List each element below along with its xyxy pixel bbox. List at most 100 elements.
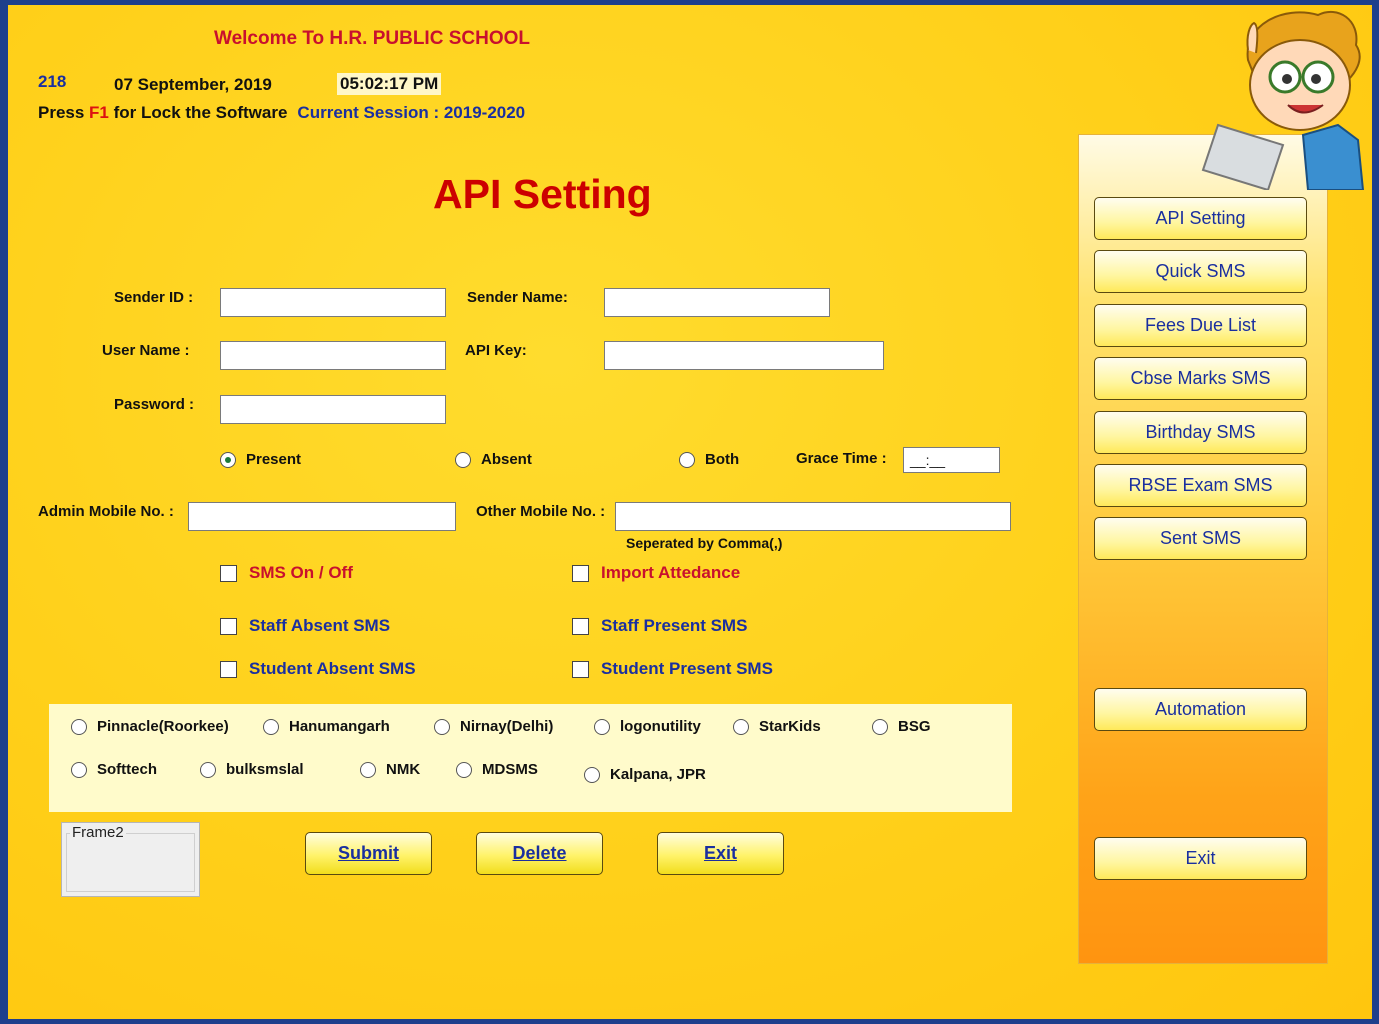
provider-label: Pinnacle(Roorkee): [97, 718, 229, 735]
sidebar-item-fees-due-list[interactable]: Fees Due List: [1094, 304, 1307, 347]
provider-radio[interactable]: bulksmslal: [200, 761, 304, 778]
provider-radio[interactable]: BSG: [872, 718, 931, 735]
sidebar-item-api-setting[interactable]: API Setting: [1094, 197, 1307, 240]
provider-label: BSG: [898, 718, 931, 735]
staff-present-checkbox[interactable]: Staff Present SMS: [572, 616, 747, 636]
staff-absent-label: Staff Absent SMS: [249, 616, 391, 635]
record-number: 218: [38, 72, 67, 91]
checkbox-icon: [572, 564, 589, 582]
sidebar-item-birthday-sms[interactable]: Birthday SMS: [1094, 411, 1307, 454]
provider-radio[interactable]: StarKids: [733, 718, 821, 735]
radio-selected-icon: [220, 451, 236, 468]
exit-button[interactable]: Exit: [657, 832, 784, 875]
user-name-label: User Name :: [102, 342, 190, 359]
sidebar-item-cbse-marks-sms[interactable]: Cbse Marks SMS: [1094, 357, 1307, 400]
checkbox-icon: [220, 660, 237, 678]
api-key-input[interactable]: [604, 341, 884, 370]
student-present-checkbox[interactable]: Student Present SMS: [572, 659, 773, 679]
provider-label: bulksmslal: [226, 761, 304, 778]
sidebar-exit-button[interactable]: Exit: [1094, 837, 1307, 880]
sender-name-input[interactable]: [604, 288, 830, 317]
present-radio[interactable]: Present: [220, 451, 301, 468]
frame2-groupbox: Frame2: [61, 822, 200, 897]
sms-on-off-label: SMS On / Off: [249, 563, 353, 582]
sidebar-item-quick-sms[interactable]: Quick SMS: [1094, 250, 1307, 293]
delete-button[interactable]: Delete: [476, 832, 603, 875]
provider-radio[interactable]: Hanumangarh: [263, 718, 390, 735]
admin-mobile-label: Admin Mobile No. :: [38, 503, 174, 520]
radio-icon: [71, 761, 87, 778]
lock-hint-suffix: for Lock the Software: [108, 103, 288, 122]
checkbox-icon: [220, 564, 237, 582]
checkbox-icon: [572, 660, 589, 678]
provider-radio[interactable]: MDSMS: [456, 761, 538, 778]
provider-label: Softtech: [97, 761, 157, 778]
submit-button[interactable]: Submit: [305, 832, 432, 875]
provider-label: Hanumangarh: [289, 718, 390, 735]
provider-radio[interactable]: Pinnacle(Roorkee): [71, 718, 229, 735]
sms-on-off-checkbox[interactable]: SMS On / Off: [220, 563, 353, 583]
sidebar-item-rbse-exam-sms[interactable]: RBSE Exam SMS: [1094, 464, 1307, 507]
provider-radio[interactable]: Softtech: [71, 761, 157, 778]
radio-icon: [733, 718, 749, 735]
page-title: API Setting: [433, 171, 652, 217]
student-absent-label: Student Absent SMS: [249, 659, 416, 678]
student-absent-checkbox[interactable]: Student Absent SMS: [220, 659, 416, 679]
checkbox-icon: [220, 617, 237, 635]
sidebar-automation-button[interactable]: Automation: [1094, 688, 1307, 731]
lock-key: F1: [89, 103, 109, 122]
other-mobile-input[interactable]: [615, 502, 1011, 531]
cartoon-boy-mascot-icon: [1201, 10, 1365, 190]
welcome-text: Welcome To H.R. PUBLIC SCHOOL: [214, 28, 530, 49]
staff-absent-checkbox[interactable]: Staff Absent SMS: [220, 616, 390, 636]
radio-icon: [679, 451, 695, 468]
radio-icon: [71, 718, 87, 735]
current-session: Current Session : 2019-2020: [297, 103, 526, 122]
password-input[interactable]: [220, 395, 446, 424]
radio-icon: [455, 451, 471, 468]
radio-icon: [584, 766, 600, 783]
radio-icon: [263, 718, 279, 735]
other-mobile-label: Other Mobile No. :: [476, 503, 606, 520]
provider-label: StarKids: [759, 718, 821, 735]
radio-icon: [456, 761, 472, 778]
provider-radio[interactable]: logonutility: [594, 718, 701, 735]
absent-radio-label: Absent: [481, 451, 532, 468]
lock-hint-prefix: Press: [38, 103, 90, 122]
provider-label: NMK: [386, 761, 421, 778]
sender-id-input[interactable]: [220, 288, 446, 317]
password-label: Password :: [114, 396, 195, 413]
sidebar-item-sent-sms[interactable]: Sent SMS: [1094, 517, 1307, 560]
frame2-border: [66, 833, 195, 892]
provider-label: Nirnay(Delhi): [460, 718, 554, 735]
sender-name-label: Sender Name:: [467, 289, 568, 306]
lock-hint: Press F1 for Lock the Software Current Se…: [38, 103, 525, 123]
provider-radio[interactable]: NMK: [360, 761, 420, 778]
provider-radio[interactable]: Kalpana, JPR: [584, 766, 706, 783]
present-radio-label: Present: [246, 451, 302, 468]
radio-icon: [200, 761, 216, 778]
provider-label: logonutility: [620, 718, 701, 735]
both-radio[interactable]: Both: [679, 451, 739, 468]
import-attendance-checkbox[interactable]: Import Attedance: [572, 563, 740, 583]
radio-icon: [594, 718, 610, 735]
grace-time-input[interactable]: __:__: [903, 447, 1000, 473]
provider-label: Kalpana, JPR: [610, 766, 706, 783]
admin-mobile-input[interactable]: [188, 502, 456, 531]
both-radio-label: Both: [705, 451, 740, 468]
provider-radio[interactable]: Nirnay(Delhi): [434, 718, 553, 735]
main-window: Welcome To H.R. PUBLIC SCHOOL 218 07 Sep…: [8, 5, 1372, 1019]
sender-id-label: Sender ID :: [114, 289, 194, 306]
current-time: 05:02:17 PM: [337, 73, 442, 95]
current-date: 07 September, 2019: [114, 75, 272, 94]
grace-time-label: Grace Time :: [796, 450, 887, 467]
radio-icon: [872, 718, 888, 735]
absent-radio[interactable]: Absent: [455, 451, 532, 468]
staff-present-label: Staff Present SMS: [601, 616, 748, 635]
api-key-label: API Key:: [465, 342, 527, 359]
sms-provider-panel: Pinnacle(Roorkee) Hanumangarh Nirnay(Del…: [49, 704, 1012, 812]
student-present-label: Student Present SMS: [601, 659, 773, 678]
user-name-input[interactable]: [220, 341, 446, 370]
radio-icon: [434, 718, 450, 735]
radio-icon: [360, 761, 376, 778]
